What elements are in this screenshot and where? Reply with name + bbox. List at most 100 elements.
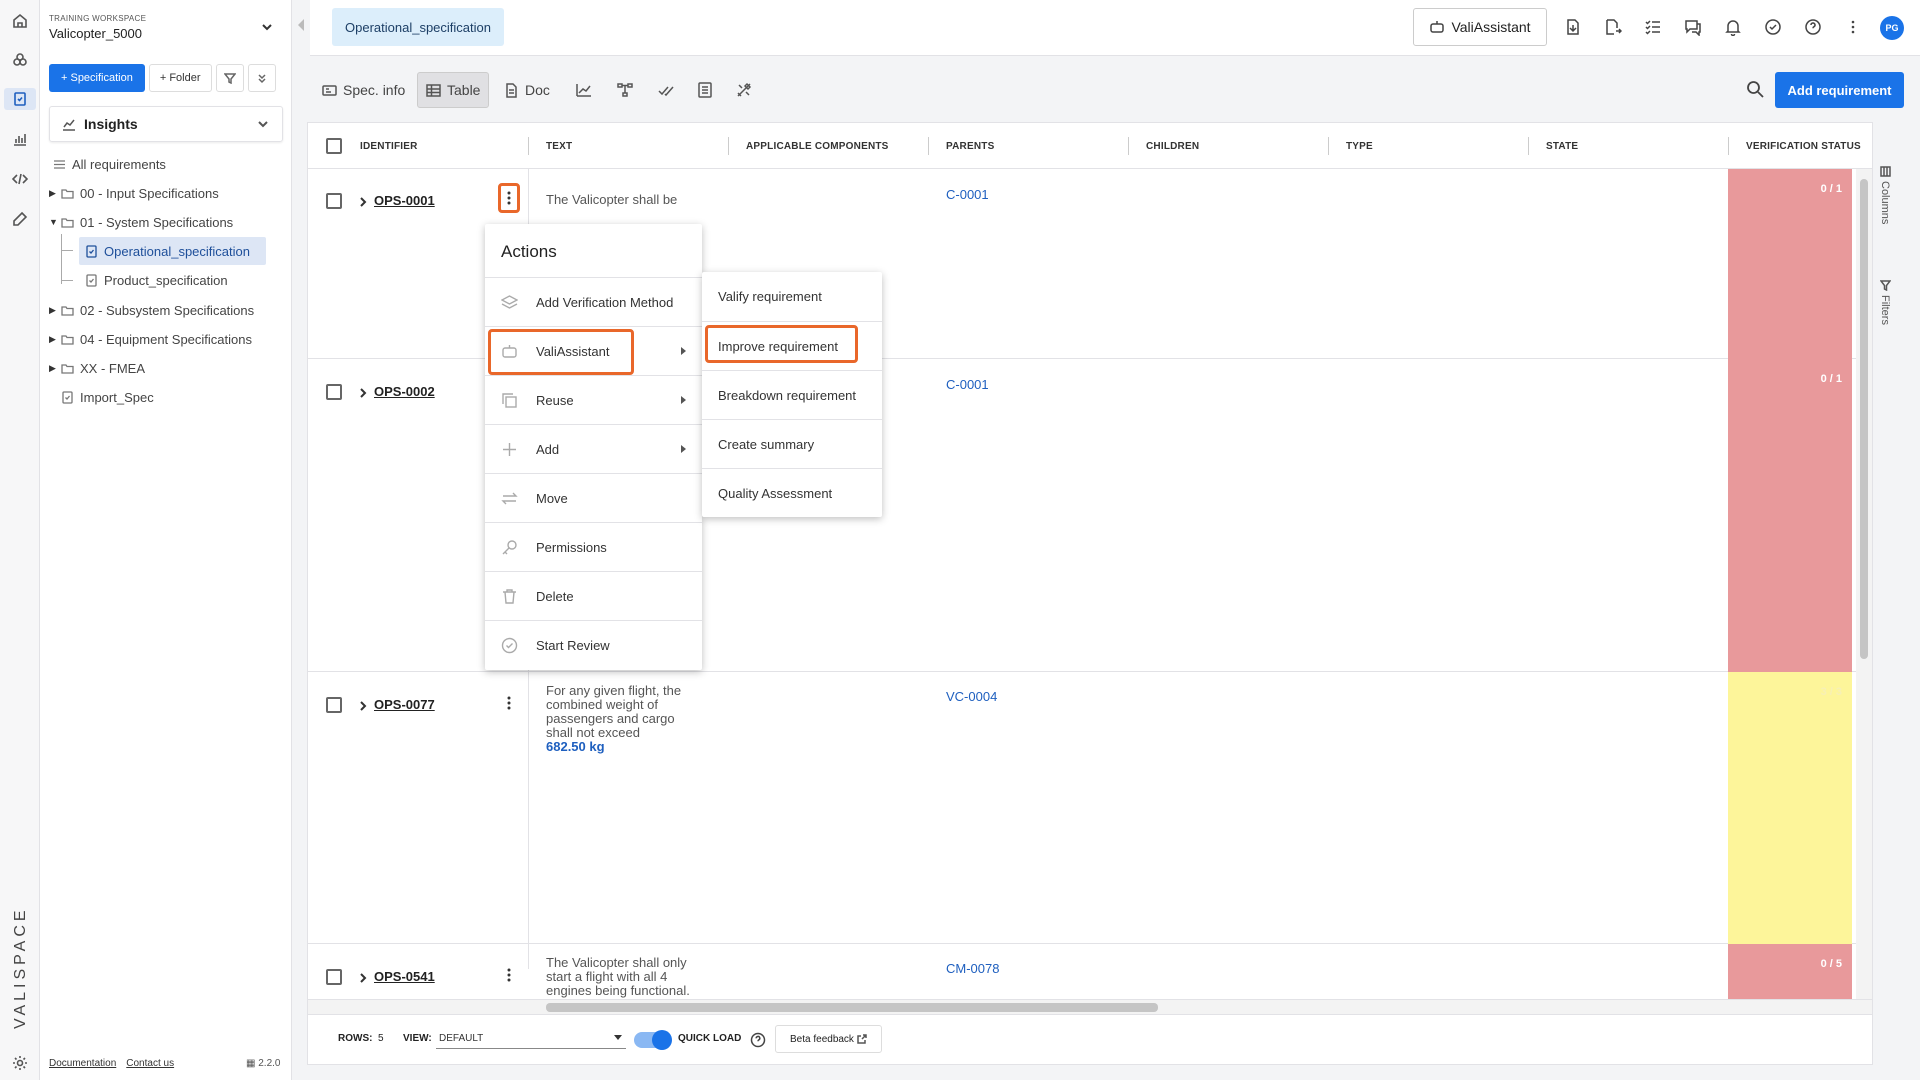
table-row[interactable]: OPS-0541 The Valicopter shall only start…	[308, 944, 1872, 1004]
filter-icon[interactable]	[215, 64, 244, 92]
header-verification-status[interactable]: VERIFICATION STATUS	[1746, 141, 1861, 152]
valiassistant-button[interactable]: ValiAssistant	[1413, 8, 1547, 46]
filters-panel-tab[interactable]: Filters	[1879, 280, 1891, 325]
add-requirement-button[interactable]: Add requirement	[1775, 72, 1904, 108]
spec-info-button[interactable]: Spec. info	[314, 72, 413, 108]
columns-panel-tab[interactable]: Columns	[1879, 166, 1891, 224]
home-icon[interactable]	[9, 10, 31, 32]
table-row[interactable]: OPS-0077 For any given flight, the combi…	[308, 672, 1872, 944]
tree-item-equipment-specs[interactable]: ▶ 04 - Equipment Specifications	[49, 325, 252, 353]
tree-item-product-spec[interactable]: Product_specification	[85, 266, 228, 294]
row-checkbox[interactable]	[326, 969, 342, 985]
header-identifier[interactable]: IDENTIFIER	[360, 141, 418, 152]
rows-count: ROWS: 5	[338, 1033, 384, 1044]
menu-item-permissions[interactable]: Permissions	[485, 522, 702, 571]
comments-icon[interactable]	[1682, 16, 1704, 38]
export-icon[interactable]	[1602, 16, 1624, 38]
requirement-id[interactable]: OPS-0002	[374, 384, 435, 399]
folder-icon	[61, 334, 74, 345]
contact-link[interactable]: Contact us	[126, 1058, 174, 1069]
vertical-scrollbar[interactable]	[1856, 169, 1872, 999]
verification-view-icon[interactable]	[656, 80, 676, 100]
select-all-checkbox[interactable]	[326, 138, 342, 154]
parent-link[interactable]: C-0001	[946, 187, 989, 202]
menu-item-create-summary[interactable]: Create summary	[702, 419, 882, 468]
header-type[interactable]: TYPE	[1346, 141, 1373, 152]
menu-item-quality-assessment[interactable]: Quality Assessment	[702, 468, 882, 517]
row-checkbox[interactable]	[326, 193, 342, 209]
horizontal-scrollbar[interactable]	[308, 999, 1872, 1014]
help-icon[interactable]	[750, 1032, 766, 1048]
bell-icon[interactable]	[1722, 16, 1744, 38]
report-icon[interactable]	[695, 80, 715, 100]
quick-load-toggle[interactable]	[634, 1030, 672, 1050]
chevron-right-icon[interactable]	[358, 699, 370, 713]
spec-doc-icon	[86, 273, 97, 287]
help-icon[interactable]	[1802, 16, 1824, 38]
menu-item-delete[interactable]: Delete	[485, 571, 702, 620]
row-checkbox[interactable]	[326, 697, 342, 713]
menu-item-add-verification-method[interactable]: Add Verification Method	[485, 277, 702, 326]
chevron-right-icon[interactable]	[358, 971, 370, 985]
parent-link[interactable]: CM-0078	[946, 961, 999, 976]
row-actions-kebab-icon[interactable]	[498, 183, 520, 213]
tools-settings-icon[interactable]	[734, 80, 754, 100]
tree-item-all-requirements[interactable]: All requirements	[53, 150, 166, 178]
chevron-down-icon[interactable]	[260, 20, 276, 36]
row-actions-kebab-icon[interactable]	[498, 688, 520, 718]
tools-icon[interactable]	[9, 208, 31, 230]
requirement-id[interactable]: OPS-0077	[374, 697, 435, 712]
settings-icon[interactable]	[9, 1052, 31, 1074]
code-icon[interactable]	[9, 168, 31, 190]
doc-view-button[interactable]: Doc	[496, 72, 558, 108]
workspace-name[interactable]: Valicopter_5000	[49, 26, 142, 41]
header-text[interactable]: TEXT	[546, 141, 572, 152]
menu-item-start-review[interactable]: Start Review	[485, 620, 702, 669]
import-icon[interactable]	[1562, 16, 1584, 38]
tree-item-operational-spec[interactable]: Operational_specification	[79, 237, 266, 265]
menu-item-reuse[interactable]: Reuse	[485, 375, 702, 424]
tree-item-system-specs[interactable]: ▼ 01 - System Specifications	[49, 208, 233, 236]
header-parents[interactable]: PARENTS	[946, 141, 994, 152]
chart-view-icon[interactable]	[574, 80, 594, 100]
header-children[interactable]: CHILDREN	[1146, 141, 1199, 152]
parent-link[interactable]: C-0001	[946, 377, 989, 392]
row-checkbox[interactable]	[326, 384, 342, 400]
add-specification-button[interactable]: + Specification	[49, 64, 145, 92]
add-folder-button[interactable]: + Folder	[148, 64, 212, 92]
documentation-link[interactable]: Documentation	[49, 1058, 116, 1069]
verification-status-cell: 0 / 1	[1728, 359, 1852, 672]
chevron-right-icon[interactable]	[358, 195, 370, 209]
analytics-icon[interactable]	[9, 128, 31, 150]
tree-item-subsystem-specs[interactable]: ▶ 02 - Subsystem Specifications	[49, 296, 254, 324]
menu-item-move[interactable]: Move	[485, 473, 702, 522]
tab-operational-specification[interactable]: Operational_specification	[332, 8, 504, 46]
beta-feedback-button[interactable]: Beta feedback	[775, 1025, 882, 1053]
row-actions-kebab-icon[interactable]	[498, 960, 520, 990]
check-circle-icon[interactable]	[1762, 16, 1784, 38]
header-applicable-components[interactable]: APPLICABLE COMPONENTS	[746, 141, 889, 152]
parent-link[interactable]: VC-0004	[946, 689, 997, 704]
header-state[interactable]: STATE	[1546, 141, 1578, 152]
menu-item-add[interactable]: Add	[485, 424, 702, 473]
menu-item-valify-requirement[interactable]: Valify requirement	[702, 272, 882, 321]
tree-item-input-specs[interactable]: ▶ 00 - Input Specifications	[49, 179, 219, 207]
view-select[interactable]: DEFAULT	[436, 1027, 626, 1049]
menu-item-breakdown-requirement[interactable]: Breakdown requirement	[702, 370, 882, 419]
search-icon[interactable]	[1746, 80, 1768, 102]
table-view-button[interactable]: Table	[417, 72, 490, 108]
requirement-id[interactable]: OPS-0541	[374, 969, 435, 984]
tree-item-fmea[interactable]: ▶ XX - FMEA	[49, 354, 145, 382]
tree-view-icon[interactable]	[615, 80, 635, 100]
tree-item-import-spec[interactable]: Import_Spec	[61, 383, 154, 411]
collapse-sidebar-icon[interactable]	[296, 18, 306, 36]
collapse-all-icon[interactable]	[247, 64, 276, 92]
avatar[interactable]: PG	[1880, 16, 1904, 40]
chevron-right-icon[interactable]	[358, 386, 370, 400]
insights-dropdown[interactable]: Insights	[49, 106, 283, 142]
more-vertical-icon[interactable]	[1842, 16, 1864, 38]
checklist-icon[interactable]	[1642, 16, 1664, 38]
requirements-icon[interactable]	[4, 88, 36, 110]
components-icon[interactable]	[9, 49, 31, 71]
requirement-id[interactable]: OPS-0001	[374, 193, 435, 208]
